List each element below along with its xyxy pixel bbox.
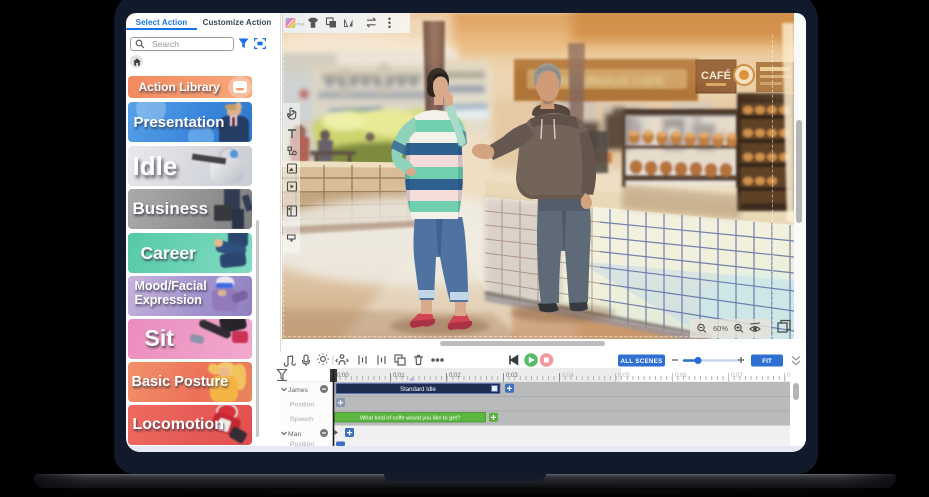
svg-text:0:00: 0:00 [337,373,349,379]
svg-text:0:04: 0:04 [562,373,574,379]
svg-text:mat: mat [297,22,305,27]
svg-text:James: James [288,387,309,394]
svg-text:ALL SCENES: ALL SCENES [620,358,662,365]
svg-text:0:01: 0:01 [393,373,405,379]
svg-text:0:06: 0:06 [675,373,687,379]
svg-text:0:07: 0:07 [731,373,743,379]
svg-text:60%: 60% [713,324,728,333]
svg-text:0:05: 0:05 [618,373,630,379]
svg-text:Standard Idle: Standard Idle [400,387,436,393]
svg-text:What kind of coffe would you l: What kind of coffe would you like to get… [360,415,460,421]
svg-text:Man: Man [288,431,301,438]
svg-text:Speech: Speech [290,416,313,423]
svg-text:FIT: FIT [762,358,772,365]
svg-text:0:02: 0:02 [449,373,461,379]
svg-text:Position: Position [290,402,314,409]
svg-text:0:03: 0:03 [506,373,518,379]
